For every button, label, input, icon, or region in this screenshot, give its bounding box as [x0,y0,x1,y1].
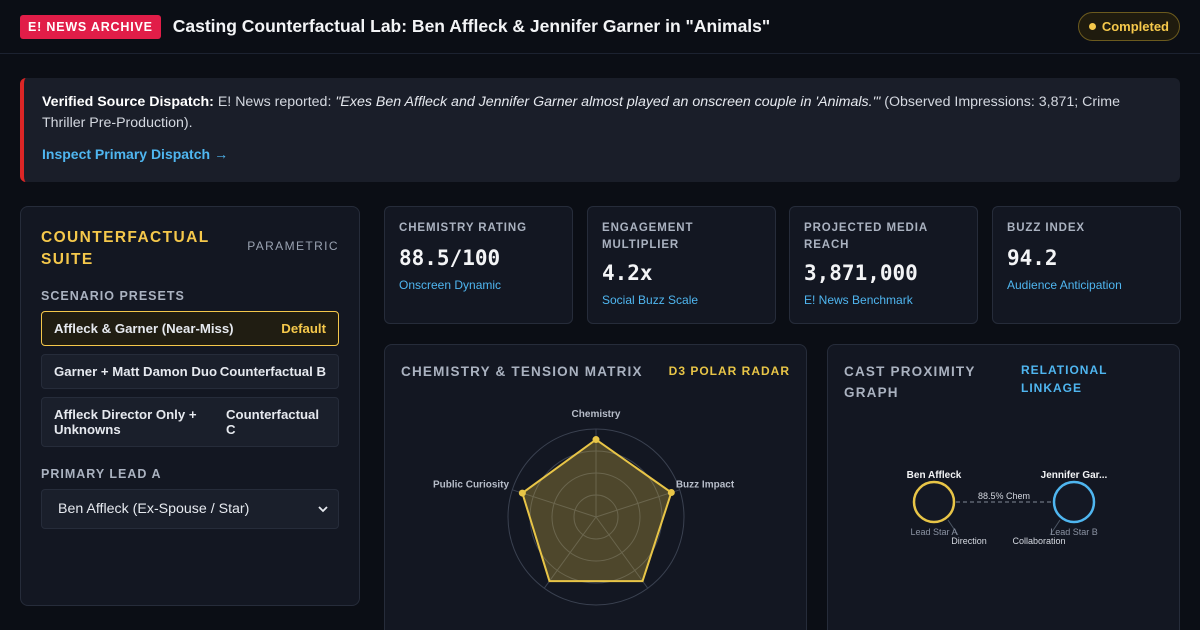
preset-name: Garner + Matt Damon Duo [54,364,218,379]
preset-affleck-director[interactable]: Affleck Director Only + Unknowns Counter… [41,397,339,447]
preset-name: Affleck & Garner (Near-Miss) [54,321,234,336]
radar-point[interactable] [518,489,526,497]
preset-garner-damon[interactable]: Garner + Matt Damon Duo Counterfactual B [41,354,339,389]
inspect-dispatch-label: Inspect Primary Dispatch [42,146,211,162]
radar-point[interactable] [592,436,600,444]
preset-name: Affleck Director Only + Unknowns [54,407,197,437]
news-archive-badge: E! NEWS ARCHIVE [20,14,161,39]
source-dispatch-banner: Verified Source Dispatch: E! News report… [20,78,1180,182]
dispatch-lead: E! News reported: [217,94,332,110]
kpi-sub: Social Buzz Scale [602,293,699,307]
top-header: E! NEWS ARCHIVE Casting Counterfactual L… [0,0,1200,54]
chevron-down-icon [318,502,328,516]
scenario-presets-label: SCENARIO PRESETS [41,289,185,303]
link-label: 88.5% Chem [978,491,1030,501]
arrow-right-icon: → [214,146,229,162]
primary-lead-label: PRIMARY LEAD A [41,467,162,481]
dispatch-quote: "Exes Ben Affleck and Jennifer Garner al… [335,94,881,110]
suite-tag: PARAMETRIC [247,239,339,253]
status-badge: Completed [1077,12,1180,41]
kpi-sub: E! News Benchmark [804,293,913,307]
node-label: Ben Affleck [907,470,962,481]
radar-axis-label: Public Curiosity [433,480,510,491]
preset-tag: Counterfactual C [226,407,320,437]
radar-point[interactable] [667,489,675,497]
radar-axis-label: Buzz Impact [676,480,735,491]
radar-axis-label: Chemistry [572,409,621,420]
status-label: Completed [1101,19,1169,34]
page-title: Casting Counterfactual Lab: Ben Affleck … [172,16,771,36]
kpi-chemistry-rating: CHEMISTRY RATING 88.5/100 Onscreen Dynam… [384,206,573,324]
node-jennifer-garner[interactable] [1052,480,1096,524]
kpi-sub: Audience Anticipation [1007,278,1122,292]
primary-lead-select[interactable]: Ben Affleck (Ex-Spouse / Star) [41,489,339,529]
kpi-label: ENGAGEMENT MULTIPLIER [602,222,694,251]
kpi-value: 4.2x [602,261,653,285]
chemistry-tension-panel: CHEMISTRY & TENSION MATRIX D3 POLAR RADA… [384,344,807,630]
kpi-value: 88.5/100 [399,246,501,270]
suite-title: COUNTERFACTUAL SUITE [41,229,210,268]
radar-tag: D3 POLAR RADAR [668,364,790,378]
inspect-dispatch-link[interactable]: Inspect Primary Dispatch → [42,146,228,162]
preset-affleck-garner[interactable]: Affleck & Garner (Near-Miss) Default [41,311,339,346]
node-ben-affleck[interactable] [912,480,956,524]
node-label: Jennifer Gar... [1041,470,1108,481]
graph-tag: RELATIONAL LINKAGE [1021,363,1108,395]
radar-chart: Chemistry Buzz Impact Public Curiosity [433,409,735,606]
dispatch-label: Verified Source Dispatch: [42,94,214,110]
collaboration-label: Collaboration [1012,536,1065,546]
direction-label: Direction [951,536,987,546]
cast-proximity-panel: CAST PROXIMITY GRAPH RELATIONAL LINKAGE … [827,344,1180,630]
kpi-label: BUZZ INDEX [1007,222,1085,234]
radar-series-area [521,438,673,583]
status-dot-icon [1088,23,1096,30]
cast-graph: 88.5% Chem Ben Affleck Jennifer Gar... L… [907,470,1108,546]
kpi-engagement-multiplier: ENGAGEMENT MULTIPLIER 4.2x Social Buzz S… [587,206,776,324]
kpi-value: 3,871,000 [804,261,918,285]
kpi-projected-media-reach: PROJECTED MEDIA REACH 3,871,000 E! News … [789,206,978,324]
preset-tag: Default [281,321,326,336]
kpi-buzz-index: BUZZ INDEX 94.2 Audience Anticipation [992,206,1181,324]
kpi-sub: Onscreen Dynamic [399,278,502,292]
counterfactual-suite-panel: COUNTERFACTUAL SUITE PARAMETRIC SCENARIO… [20,206,360,606]
graph-title: CAST PROXIMITY GRAPH [844,364,976,400]
preset-tag: Counterfactual B [219,364,326,379]
kpi-value: 94.2 [1007,246,1058,270]
primary-lead-value: Ben Affleck (Ex-Spouse / Star) [58,501,250,517]
kpi-label: PROJECTED MEDIA REACH [804,222,928,251]
kpi-label: CHEMISTRY RATING [399,222,527,234]
dispatch-text: Verified Source Dispatch: E! News report… [42,92,1162,134]
